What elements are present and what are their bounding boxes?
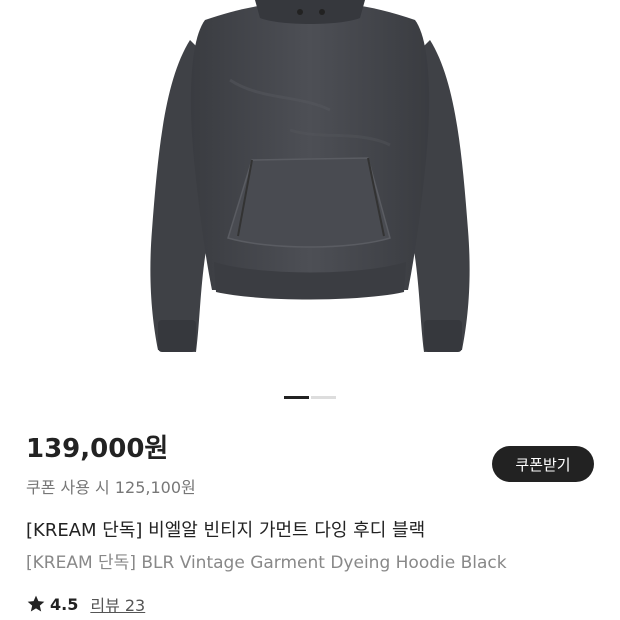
coupon-price: 쿠폰 사용 시 125,100원 xyxy=(26,478,196,497)
review-link[interactable]: 리뷰 23 xyxy=(90,592,145,616)
carousel-dot[interactable] xyxy=(311,396,336,399)
product-title-ko: [KREAM 단독] 비엘알 빈티지 가먼트 다잉 후디 블랙 xyxy=(26,520,426,541)
product-detail-page: 139,000원 쿠폰 사용 시 125,100원 쿠폰받기 [KREAM 단독… xyxy=(0,0,620,620)
star-icon xyxy=(27,595,45,612)
product-price: 139,000원 xyxy=(26,434,169,464)
product-image-carousel[interactable] xyxy=(0,0,620,390)
carousel-indicator xyxy=(284,396,336,399)
rating-row: 4.5 리뷰 23 xyxy=(26,592,145,616)
product-title-en: [KREAM 단독] BLR Vintage Garment Dyeing Ho… xyxy=(26,553,507,573)
carousel-dot-active[interactable] xyxy=(284,396,309,399)
hoodie-image xyxy=(150,0,470,352)
get-coupon-button[interactable]: 쿠폰받기 xyxy=(492,446,594,482)
rating-value: 4.5 xyxy=(50,594,79,614)
